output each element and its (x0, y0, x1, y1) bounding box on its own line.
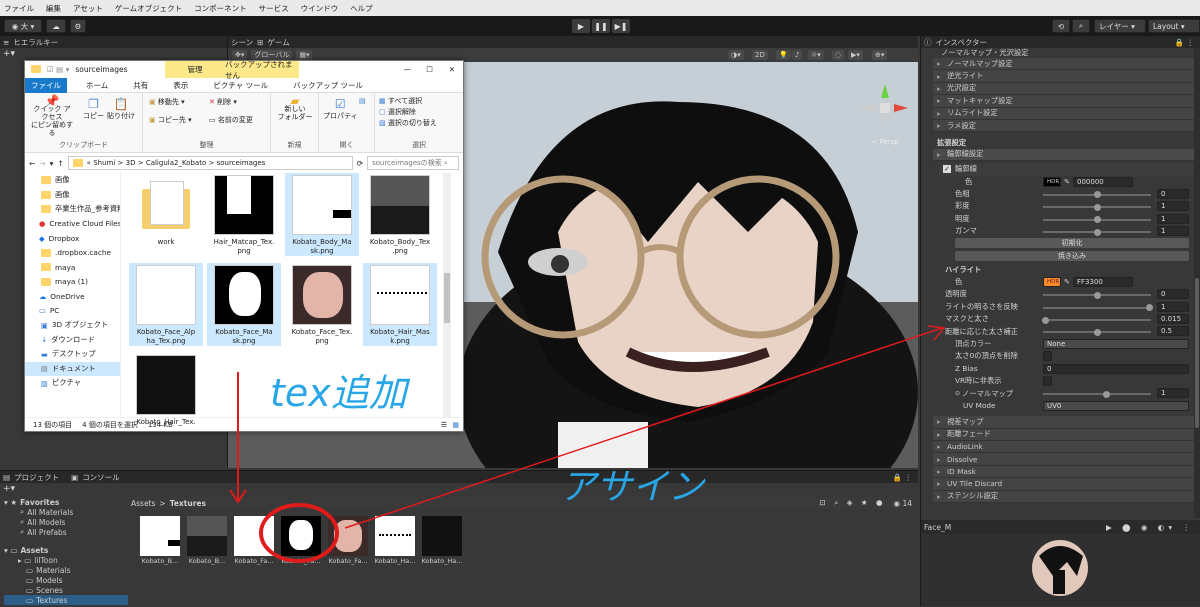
annotation-circle (259, 503, 339, 563)
annotation-overlay (229, 325, 946, 563)
annotation-assign: アサイン (560, 467, 705, 508)
annotation-tex-add: tex追加 (270, 371, 407, 415)
annotation-arrow-down (229, 372, 247, 504)
